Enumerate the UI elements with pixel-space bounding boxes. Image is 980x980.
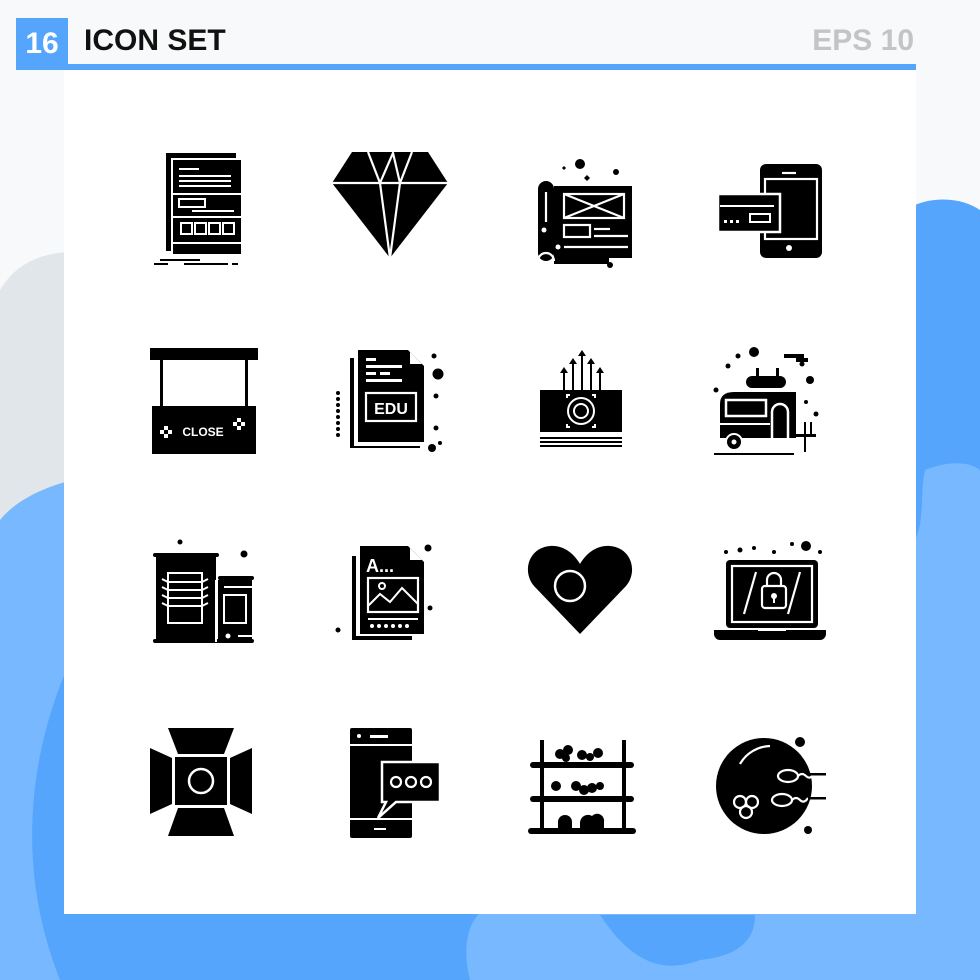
edu-text: EDU <box>374 401 408 418</box>
image-file-document-icon[interactable]: A... <box>330 530 450 650</box>
font-letter-text: A... <box>366 556 394 576</box>
web-layout-document-icon[interactable] <box>148 148 268 268</box>
fertilization-cell-icon[interactable] <box>710 720 830 840</box>
studio-light-icon[interactable] <box>148 720 268 840</box>
heart-circle-icon[interactable] <box>520 530 640 650</box>
closed-sign-board-icon[interactable]: CLOSE <box>148 338 268 458</box>
money-growth-chart-icon[interactable] <box>520 338 640 458</box>
icon-grid: CLOSE EDU A... <box>64 70 916 914</box>
page-title: ICON SET <box>84 24 226 57</box>
format-label: EPS 10 <box>812 24 914 57</box>
blueprint-wireframe-icon[interactable] <box>520 148 640 268</box>
diamond-icon[interactable] <box>330 148 450 268</box>
mobile-chat-icon[interactable] <box>330 720 450 840</box>
laptop-lock-icon[interactable] <box>710 530 830 650</box>
mobile-card-payment-icon[interactable] <box>710 148 830 268</box>
server-building-icon[interactable] <box>148 530 268 650</box>
edu-document-icon[interactable]: EDU <box>330 338 450 458</box>
pharmacy-shelf-icon[interactable] <box>520 720 640 840</box>
close-sign-text: CLOSE <box>182 425 223 439</box>
icon-count-badge: 16 <box>16 18 68 70</box>
camper-trailer-icon[interactable] <box>710 338 830 458</box>
icon-count: 16 <box>25 27 59 60</box>
